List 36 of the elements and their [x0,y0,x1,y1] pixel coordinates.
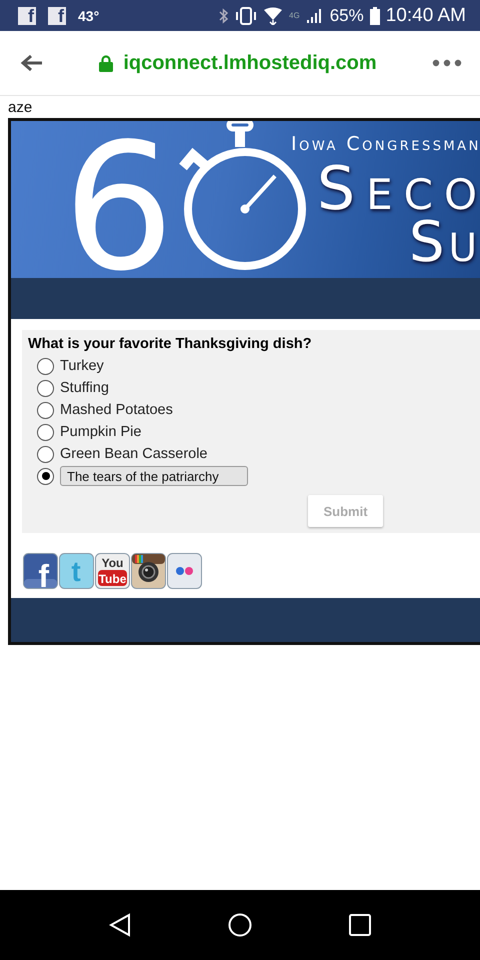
other-answer-field[interactable]: The tears of the patriarchy [60,466,248,486]
radio-button[interactable] [37,446,54,462]
recent-apps-icon[interactable] [349,914,372,936]
battery-icon [370,6,380,24]
url-text[interactable]: iqconnect.lmhostediq.com [123,52,377,74]
option-label[interactable]: Green Bean Casserole [60,446,208,462]
clock: 10:40 AM [386,4,466,26]
banner-subtitle: Iowa Congressman [291,133,480,155]
wifi-icon [263,6,284,24]
radio-button[interactable] [37,468,54,484]
youtube-icon[interactable]: You Tube [95,553,130,589]
option-label[interactable]: Pumpkin Pie [60,424,142,440]
battery-percent: 65% [330,6,364,26]
option-label[interactable]: Turkey [60,358,104,374]
banner-numeral: 6 [63,121,174,278]
radio-button[interactable] [37,380,54,396]
camera-icon[interactable] [131,553,166,589]
option-label[interactable]: Mashed Potatoes [60,402,173,418]
facebook-icon[interactable]: f [23,553,58,589]
page-text: aze [8,99,34,116]
facebook-icon: f [18,6,36,24]
facebook-icon: f [48,6,66,24]
radio-button[interactable] [37,358,54,374]
back-icon[interactable] [20,54,44,72]
more-menu-icon[interactable] [432,59,462,67]
flickr-icon[interactable] [167,553,202,589]
radio-button[interactable] [37,402,54,418]
home-icon[interactable] [228,913,252,937]
network-label: 4G [289,11,300,20]
poll-question: What is your favorite Thanksgiving dish? [28,336,313,352]
option-label[interactable]: Stuffing [60,380,109,396]
bluetooth-icon [219,6,230,24]
radio-button[interactable] [37,424,54,440]
vibrate-icon [235,6,258,24]
signal-icon [306,8,324,24]
temperature: 43° [78,8,100,24]
